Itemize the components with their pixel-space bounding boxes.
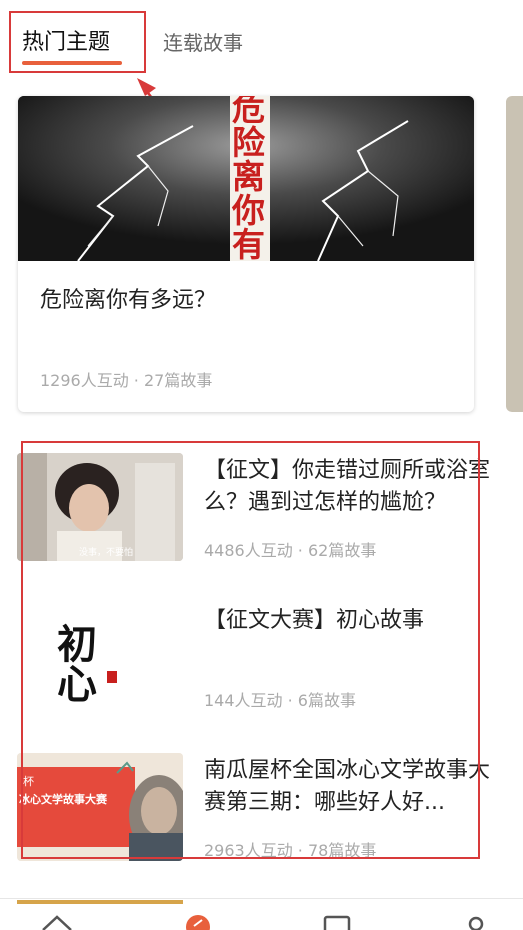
next-card-peek[interactable] xyxy=(506,96,523,412)
tab-serialized-stories[interactable]: 连载故事 xyxy=(163,27,243,56)
list-highlight-box xyxy=(21,441,480,859)
featured-cover-image: 危险离你有 xyxy=(18,96,474,261)
feather-icon[interactable] xyxy=(185,914,211,930)
home-icon[interactable] xyxy=(40,914,74,930)
bottom-nav xyxy=(0,904,523,930)
featured-title: 危险离你有多远？ xyxy=(40,288,217,313)
featured-cover-text: 危险离你有 xyxy=(232,96,265,261)
featured-meta: 1296人互动 · 27篇故事 xyxy=(40,371,213,390)
featured-topic-card[interactable]: 危险离你有 危险离你有多远？ 1296人互动 · 27篇故事 xyxy=(18,96,474,412)
divider xyxy=(0,898,523,899)
tab-highlight-box xyxy=(9,11,146,73)
message-icon[interactable] xyxy=(322,914,352,930)
profile-icon[interactable] xyxy=(463,914,489,930)
